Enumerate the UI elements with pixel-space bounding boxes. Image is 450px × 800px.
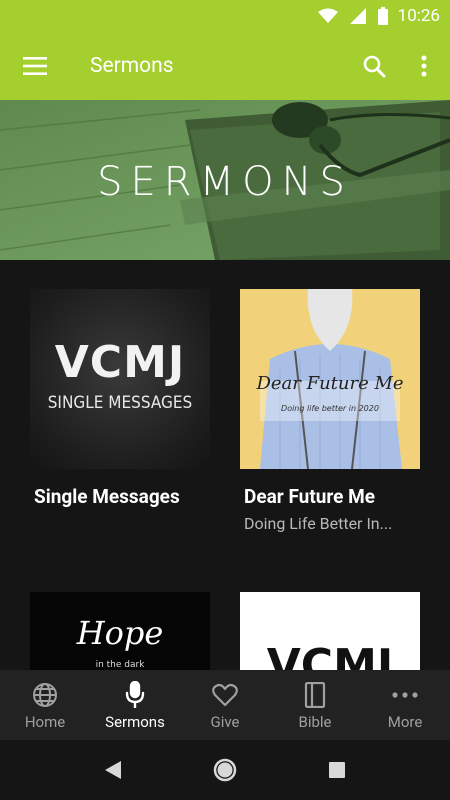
thumbnail-subtitle-text: SINGLE MESSAGES — [47, 393, 193, 413]
series-thumbnail[interactable]: VCMJ — [240, 592, 420, 670]
battery-icon — [377, 7, 388, 25]
page-title: Sermons — [90, 54, 174, 78]
globe-icon — [32, 680, 58, 710]
wifi-icon — [317, 8, 338, 24]
recents-square-icon[interactable] — [281, 740, 393, 800]
more-vertical-icon[interactable] — [402, 32, 446, 100]
search-icon[interactable] — [346, 32, 402, 100]
series-card[interactable]: Dear Future Me Doing life better in 2020… — [240, 289, 420, 533]
series-thumbnail[interactable]: Dear Future Me Doing life better in 2020 — [240, 289, 420, 469]
thumbnail-subtitle-text: in the dark — [95, 660, 145, 670]
series-title: Dear Future Me — [244, 485, 376, 508]
series-grid: VCMJ SINGLE MESSAGES Single Messages Dea… — [0, 260, 450, 670]
book-icon — [304, 680, 326, 710]
signal-icon — [349, 8, 366, 24]
heart-icon — [212, 680, 238, 710]
nav-label: Home — [24, 712, 66, 731]
thumbnail-subtitle-text: Doing life better in 2020 — [281, 404, 379, 413]
back-icon[interactable] — [57, 740, 169, 800]
thumbnail-logo-text: VCMJ — [266, 640, 394, 670]
status-bar: 10:26 — [0, 0, 450, 32]
nav-item-give[interactable]: Give — [180, 670, 270, 740]
nav-item-bible[interactable]: Bible — [270, 670, 360, 740]
series-title: Single Messages — [34, 485, 180, 508]
thumbnail-logo-text: Hope — [76, 614, 164, 652]
series-card[interactable]: Hope in the dark — [30, 592, 210, 670]
banner-title: SERMONS — [97, 158, 353, 205]
hamburger-menu-icon[interactable] — [0, 32, 70, 100]
app-bar: Sermons — [0, 32, 450, 100]
nav-item-home[interactable]: Home — [0, 670, 90, 740]
nav-label: Bible — [298, 712, 332, 731]
microphone-icon — [125, 680, 145, 710]
thumbnail-logo-text: Dear Future Me — [256, 373, 404, 394]
nav-label: Give — [210, 712, 240, 731]
nav-item-more[interactable]: More — [360, 670, 450, 740]
more-horizontal-icon — [392, 680, 418, 710]
series-card[interactable]: VCMJ — [240, 592, 420, 670]
series-thumbnail[interactable]: VCMJ SINGLE MESSAGES — [30, 289, 210, 469]
sermons-banner: SERMONS — [0, 100, 450, 260]
series-thumbnail[interactable]: Hope in the dark — [30, 592, 210, 670]
nav-label: Sermons — [105, 712, 165, 731]
status-time: 10:26 — [397, 6, 440, 26]
series-subtitle: Doing Life Better In... — [244, 514, 393, 533]
nav-item-sermons[interactable]: Sermons — [90, 670, 180, 740]
nav-label: More — [387, 712, 423, 731]
bottom-navigation: Home Sermons Give Bible More — [0, 670, 450, 740]
thumbnail-logo-text: VCMJ — [54, 337, 186, 388]
app-screen: 10:26 Sermons SERMONS VCMJ SINGLE MESSAG… — [0, 0, 450, 800]
system-navigation-bar — [0, 740, 450, 800]
series-card[interactable]: VCMJ SINGLE MESSAGES Single Messages — [30, 289, 210, 514]
home-circle-icon[interactable] — [169, 740, 281, 800]
